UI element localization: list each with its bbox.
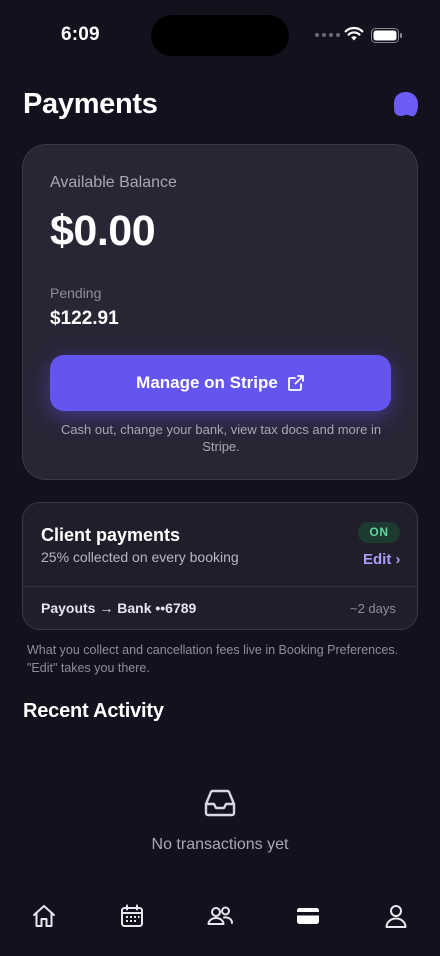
stripe-note: Cash out, change your bank, view tax doc… (60, 422, 382, 454)
booking-preferences-note: What you collect and cancellation fees l… (27, 643, 399, 675)
clients-icon (207, 906, 233, 925)
wifi-icon (344, 26, 364, 41)
payouts-eta: ~2 days (350, 601, 396, 616)
balance-card: Available Balance $0.00 Pending $122.91 … (22, 144, 418, 480)
tab-home[interactable] (24, 896, 64, 936)
available-balance-amount: $0.00 (50, 207, 156, 255)
page-title: Payments (23, 88, 158, 120)
status-badge: ON (358, 522, 400, 543)
profile-icon (385, 905, 407, 928)
battery-icon (371, 28, 402, 43)
tab-clients[interactable] (200, 896, 240, 936)
tab-calendar[interactable] (112, 896, 152, 936)
status-bar: 6:09 (0, 0, 440, 72)
calendar-icon (121, 904, 143, 927)
available-balance-label: Available Balance (50, 174, 177, 191)
empty-state-text: No transactions yet (151, 836, 289, 853)
manage-on-stripe-button[interactable]: Manage on Stripe (50, 355, 391, 411)
tab-bar (0, 884, 440, 956)
avatar-blob-icon[interactable] (391, 90, 419, 118)
recent-activity-title: Recent Activity (23, 700, 164, 722)
home-icon (33, 905, 55, 927)
payouts-label: Payouts → Bank ••6789 (41, 600, 197, 616)
dynamic-island (151, 15, 289, 56)
client-payments-title: Client payments (41, 525, 181, 545)
status-time: 6:09 (61, 24, 100, 45)
payments-screen: 6:09 Payments Available Balance $0.00 Pe… (0, 0, 440, 956)
cellular-dots-icon (315, 33, 340, 37)
external-link-icon (287, 375, 304, 391)
tab-profile[interactable] (376, 896, 416, 936)
edit-link[interactable]: Edit › (363, 551, 401, 568)
tab-payments[interactable] (288, 896, 328, 936)
card-icon (297, 908, 319, 924)
client-payments-card[interactable]: Client payments 25% collected on every b… (22, 502, 418, 630)
divider (23, 586, 417, 587)
pending-amount: $122.91 (50, 308, 119, 329)
manage-on-stripe-label: Manage on Stripe (136, 373, 278, 392)
client-payments-subtitle: 25% collected on every booking (41, 549, 239, 565)
pending-label: Pending (50, 285, 102, 301)
inbox-icon (204, 789, 236, 817)
